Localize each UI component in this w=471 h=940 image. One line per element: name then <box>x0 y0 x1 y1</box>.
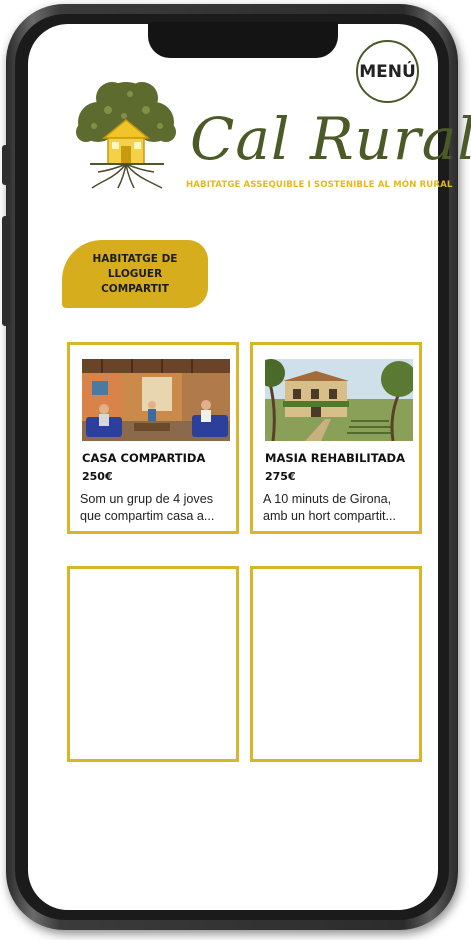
listing-card[interactable]: CASA COMPARTIDA 250€ Som un grup de 4 jo… <box>67 342 239 534</box>
category-badge[interactable]: HABITATGE DE LLOGUER COMPARTIT <box>62 240 208 308</box>
listing-title: CASA COMPARTIDA <box>82 451 206 465</box>
listing-description: Som un grup de 4 joves que compartim cas… <box>80 492 215 523</box>
brand-name: Cal Rural <box>190 105 471 173</box>
listing-card-empty[interactable] <box>250 566 422 762</box>
phone-side-button <box>2 145 10 185</box>
listing-description: A 10 minuts de Girona, amb un hort compa… <box>263 492 396 523</box>
listing-price: 250€ <box>82 470 113 483</box>
category-label: HABITATGE DE LLOGUER COMPARTIT <box>92 252 178 295</box>
phone-notch <box>148 22 338 58</box>
phone-side-button <box>2 216 10 326</box>
listing-card[interactable]: MASIA REHABILITADA 275€ A 10 minuts de G… <box>250 342 422 534</box>
listing-photo-living-room <box>82 359 230 441</box>
tree-house-logo-icon[interactable] <box>68 76 186 194</box>
listing-price: 275€ <box>265 470 296 483</box>
menu-button-label: MENÚ <box>359 61 416 82</box>
listing-photo-farmhouse <box>265 359 413 441</box>
listing-title: MASIA REHABILITADA <box>265 451 405 465</box>
brand-tagline: HABITATGE ASSEQUIBLE I SOSTENIBLE AL MÓN… <box>186 180 453 190</box>
listing-card-empty[interactable] <box>67 566 239 762</box>
